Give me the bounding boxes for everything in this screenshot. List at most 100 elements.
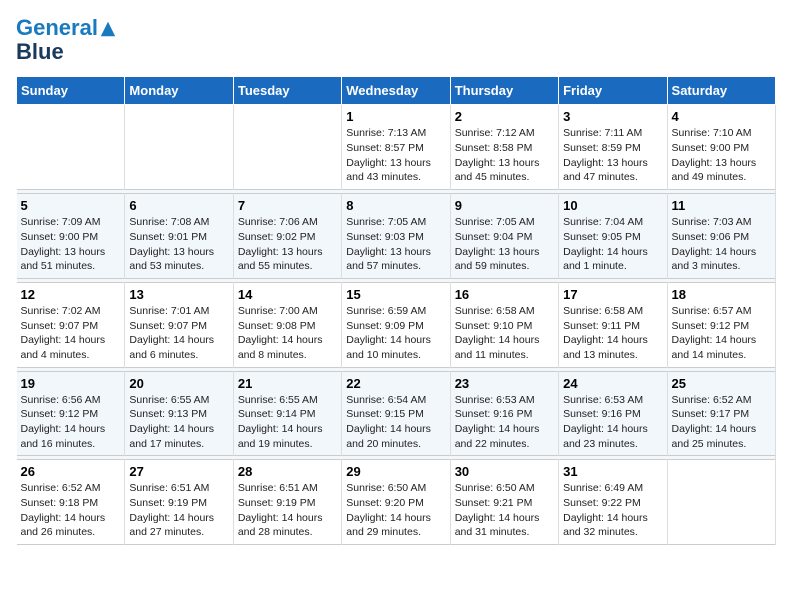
day-number: 1 — [346, 109, 445, 124]
calendar-header-row: SundayMondayTuesdayWednesdayThursdayFrid… — [17, 77, 776, 105]
day-number: 15 — [346, 287, 445, 302]
calendar-cell: 31 Sunrise: 6:49 AMSunset: 9:22 PMDayligh… — [559, 460, 667, 545]
day-number: 31 — [563, 464, 662, 479]
cell-content: Sunrise: 6:51 AMSunset: 9:19 PMDaylight:… — [238, 481, 337, 540]
calendar-cell: 12 Sunrise: 7:02 AMSunset: 9:07 PMDayligh… — [17, 282, 125, 367]
cell-content: Sunrise: 7:00 AMSunset: 9:08 PMDaylight:… — [238, 304, 337, 363]
calendar-cell: 2 Sunrise: 7:12 AMSunset: 8:58 PMDaylight… — [450, 105, 558, 190]
day-number: 12 — [21, 287, 121, 302]
header-wednesday: Wednesday — [342, 77, 450, 105]
header-tuesday: Tuesday — [233, 77, 341, 105]
cell-content: Sunrise: 7:08 AMSunset: 9:01 PMDaylight:… — [129, 215, 228, 274]
day-number: 18 — [672, 287, 771, 302]
day-number: 19 — [21, 376, 121, 391]
day-number: 13 — [129, 287, 228, 302]
day-number: 5 — [21, 198, 121, 213]
cell-content: Sunrise: 6:53 AMSunset: 9:16 PMDaylight:… — [455, 393, 554, 452]
day-number: 23 — [455, 376, 554, 391]
cell-content: Sunrise: 7:04 AMSunset: 9:05 PMDaylight:… — [563, 215, 662, 274]
day-number: 17 — [563, 287, 662, 302]
cell-content: Sunrise: 7:13 AMSunset: 8:57 PMDaylight:… — [346, 126, 445, 185]
day-number: 20 — [129, 376, 228, 391]
calendar-week-row: 12 Sunrise: 7:02 AMSunset: 9:07 PMDayligh… — [17, 282, 776, 367]
calendar-cell: 8 Sunrise: 7:05 AMSunset: 9:03 PMDaylight… — [342, 194, 450, 279]
day-number: 9 — [455, 198, 554, 213]
calendar-cell: 5Sunrise: 7:09 AMSunset: 9:00 PMDaylight… — [17, 194, 125, 279]
day-number: 2 — [455, 109, 554, 124]
cell-content: Sunrise: 7:10 AMSunset: 9:00 PMDaylight:… — [672, 126, 771, 185]
day-number: 16 — [455, 287, 554, 302]
calendar-cell: 6 Sunrise: 7:08 AMSunset: 9:01 PMDaylight… — [125, 194, 233, 279]
calendar-cell: 15 Sunrise: 6:59 AMSunset: 9:09 PMDayligh… — [342, 282, 450, 367]
calendar-cell: 13 Sunrise: 7:01 AMSunset: 9:07 PMDayligh… — [125, 282, 233, 367]
calendar-cell: 28 Sunrise: 6:51 AMSunset: 9:19 PMDayligh… — [233, 460, 341, 545]
calendar-cell: 17 Sunrise: 6:58 AMSunset: 9:11 PMDayligh… — [559, 282, 667, 367]
page-header: GeneralBlue — [16, 16, 776, 64]
cell-content: Sunrise: 6:56 AMSunset: 9:12 PMDaylight:… — [21, 393, 121, 452]
day-number: 10 — [563, 198, 662, 213]
day-number: 27 — [129, 464, 228, 479]
cell-content: Sunrise: 7:05 AMSunset: 9:03 PMDaylight:… — [346, 215, 445, 274]
header-sunday: Sunday — [17, 77, 125, 105]
cell-content: Sunrise: 6:59 AMSunset: 9:09 PMDaylight:… — [346, 304, 445, 363]
calendar-week-row: 26Sunrise: 6:52 AMSunset: 9:18 PMDayligh… — [17, 460, 776, 545]
day-number: 3 — [563, 109, 662, 124]
cell-content: Sunrise: 6:55 AMSunset: 9:13 PMDaylight:… — [129, 393, 228, 452]
calendar-cell: 11Sunrise: 7:03 AMSunset: 9:06 PMDayligh… — [667, 194, 775, 279]
cell-content: Sunrise: 6:52 AMSunset: 9:18 PMDaylight:… — [21, 481, 121, 540]
day-number: 22 — [346, 376, 445, 391]
calendar-cell — [125, 105, 233, 190]
day-number: 21 — [238, 376, 337, 391]
cell-content: Sunrise: 6:53 AMSunset: 9:16 PMDaylight:… — [563, 393, 662, 452]
calendar-cell — [17, 105, 125, 190]
day-number: 6 — [129, 198, 228, 213]
calendar-cell: 26Sunrise: 6:52 AMSunset: 9:18 PMDayligh… — [17, 460, 125, 545]
calendar-cell: 3 Sunrise: 7:11 AMSunset: 8:59 PMDaylight… — [559, 105, 667, 190]
calendar-cell: 9 Sunrise: 7:05 AMSunset: 9:04 PMDaylight… — [450, 194, 558, 279]
cell-content: Sunrise: 7:01 AMSunset: 9:07 PMDaylight:… — [129, 304, 228, 363]
day-number: 4 — [672, 109, 771, 124]
calendar-cell: 21 Sunrise: 6:55 AMSunset: 9:14 PMDayligh… — [233, 371, 341, 456]
cell-content: Sunrise: 6:50 AMSunset: 9:21 PMDaylight:… — [455, 481, 554, 540]
calendar-cell: 7 Sunrise: 7:06 AMSunset: 9:02 PMDaylight… — [233, 194, 341, 279]
logo: GeneralBlue — [16, 16, 118, 64]
header-thursday: Thursday — [450, 77, 558, 105]
header-monday: Monday — [125, 77, 233, 105]
day-number: 25 — [672, 376, 771, 391]
calendar-cell: 27 Sunrise: 6:51 AMSunset: 9:19 PMDayligh… — [125, 460, 233, 545]
calendar-cell: 16Sunrise: 6:58 AMSunset: 9:10 PMDayligh… — [450, 282, 558, 367]
calendar-week-row: 5Sunrise: 7:09 AMSunset: 9:00 PMDaylight… — [17, 194, 776, 279]
cell-content: Sunrise: 6:51 AMSunset: 9:19 PMDaylight:… — [129, 481, 228, 540]
cell-content: Sunrise: 6:54 AMSunset: 9:15 PMDaylight:… — [346, 393, 445, 452]
cell-content: Sunrise: 6:49 AMSunset: 9:22 PMDaylight:… — [563, 481, 662, 540]
cell-content: Sunrise: 6:52 AMSunset: 9:17 PMDaylight:… — [672, 393, 771, 452]
cell-content: Sunrise: 6:57 AMSunset: 9:12 PMDaylight:… — [672, 304, 771, 363]
calendar-cell: 19 Sunrise: 6:56 AMSunset: 9:12 PMDayligh… — [17, 371, 125, 456]
day-number: 28 — [238, 464, 337, 479]
calendar-cell: 23 Sunrise: 6:53 AMSunset: 9:16 PMDayligh… — [450, 371, 558, 456]
cell-content: Sunrise: 7:12 AMSunset: 8:58 PMDaylight:… — [455, 126, 554, 185]
calendar-cell: 29Sunrise: 6:50 AMSunset: 9:20 PMDayligh… — [342, 460, 450, 545]
cell-content: Sunrise: 6:50 AMSunset: 9:20 PMDaylight:… — [346, 481, 445, 540]
cell-content: Sunrise: 7:05 AMSunset: 9:04 PMDaylight:… — [455, 215, 554, 274]
day-number: 7 — [238, 198, 337, 213]
cell-content: Sunrise: 6:58 AMSunset: 9:11 PMDaylight:… — [563, 304, 662, 363]
day-number: 24 — [563, 376, 662, 391]
calendar-table: SundayMondayTuesdayWednesdayThursdayFrid… — [16, 76, 776, 545]
calendar-cell: 14 Sunrise: 7:00 AMSunset: 9:08 PMDayligh… — [233, 282, 341, 367]
calendar-cell — [667, 460, 775, 545]
cell-content: Sunrise: 7:11 AMSunset: 8:59 PMDaylight:… — [563, 126, 662, 185]
calendar-week-row: 19 Sunrise: 6:56 AMSunset: 9:12 PMDayligh… — [17, 371, 776, 456]
cell-content: Sunrise: 7:06 AMSunset: 9:02 PMDaylight:… — [238, 215, 337, 274]
calendar-cell: 1 Sunrise: 7:13 AMSunset: 8:57 PMDaylight… — [342, 105, 450, 190]
cell-content: Sunrise: 6:55 AMSunset: 9:14 PMDaylight:… — [238, 393, 337, 452]
day-number: 14 — [238, 287, 337, 302]
calendar-cell: 4 Sunrise: 7:10 AMSunset: 9:00 PMDaylight… — [667, 105, 775, 190]
day-number: 8 — [346, 198, 445, 213]
calendar-cell: 20 Sunrise: 6:55 AMSunset: 9:13 PMDayligh… — [125, 371, 233, 456]
header-friday: Friday — [559, 77, 667, 105]
calendar-cell — [233, 105, 341, 190]
calendar-week-row: 1 Sunrise: 7:13 AMSunset: 8:57 PMDaylight… — [17, 105, 776, 190]
cell-content: Sunrise: 7:02 AMSunset: 9:07 PMDaylight:… — [21, 304, 121, 363]
calendar-cell: 22 Sunrise: 6:54 AMSunset: 9:15 PMDayligh… — [342, 371, 450, 456]
